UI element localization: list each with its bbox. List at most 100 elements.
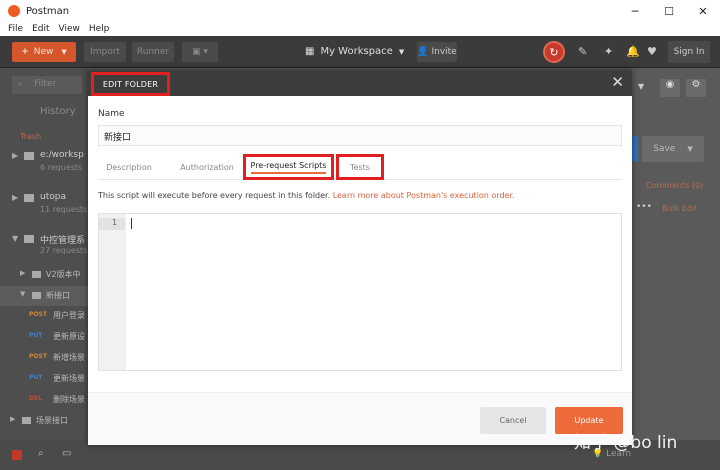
sync-icon[interactable]: ↻ bbox=[543, 41, 565, 63]
new-window-button[interactable]: ▣ ▾ bbox=[182, 42, 218, 62]
method-badge: DEL bbox=[29, 395, 42, 402]
tab-pre-request-scripts[interactable]: Pre-request Scripts bbox=[243, 154, 334, 180]
dialog-header: EDIT FOLDER ✕ bbox=[88, 70, 632, 96]
menu-help[interactable]: Help bbox=[89, 24, 110, 34]
close-window-button[interactable]: ✕ bbox=[686, 0, 720, 22]
watermark-text: 知乎 @bo lin bbox=[574, 433, 678, 453]
request-name: 删除场景 bbox=[53, 395, 85, 404]
chevron-right-icon: ▶ bbox=[20, 269, 26, 277]
folder-row[interactable]: ▼ 新接口 bbox=[0, 286, 88, 306]
info-text: This script will execute before every re… bbox=[98, 191, 515, 200]
comments-link[interactable]: Comments (0) bbox=[646, 181, 703, 190]
folder-icon bbox=[22, 417, 31, 424]
invite-button[interactable]: 👤 Invite bbox=[417, 42, 457, 62]
window-plus-icon: ▣ ▾ bbox=[192, 47, 208, 57]
request-row[interactable]: DEL 删除场景 bbox=[0, 390, 88, 410]
eye-icon[interactable]: ◉ bbox=[660, 79, 680, 97]
chevron-right-icon: ▶ bbox=[12, 151, 19, 160]
request-row[interactable]: POST 新增场景 bbox=[0, 348, 88, 368]
heart-icon[interactable]: ♥ bbox=[647, 45, 657, 58]
folder-name: 新接口 bbox=[46, 291, 70, 300]
collection-count: 11 requests bbox=[40, 205, 88, 214]
sidebar-toggle-icon[interactable] bbox=[12, 450, 22, 460]
folder-icon bbox=[32, 271, 41, 278]
request-name: 用户登录 bbox=[53, 311, 85, 320]
menu-file[interactable]: File bbox=[8, 24, 23, 34]
window-controls: ─ ☐ ✕ bbox=[618, 0, 720, 22]
folder-name-input[interactable]: 新接口 bbox=[98, 125, 622, 146]
new-button-label: New bbox=[33, 47, 54, 57]
menu-bar: File Edit View Help bbox=[0, 22, 720, 36]
minimize-button[interactable]: ─ bbox=[618, 0, 652, 22]
workspace-switcher[interactable]: ▦ My Workspace ▼ bbox=[305, 46, 404, 57]
chevron-down-icon: ▼ bbox=[20, 290, 26, 298]
save-button[interactable]: Save ▼ bbox=[642, 136, 704, 162]
line-gutter: 1 bbox=[99, 214, 126, 370]
import-button[interactable]: Import bbox=[84, 42, 126, 62]
menu-view[interactable]: View bbox=[59, 24, 80, 34]
script-editor[interactable]: 1 bbox=[98, 213, 622, 371]
wrench-icon[interactable]: ✦ bbox=[604, 45, 613, 58]
chevron-right-icon: ▶ bbox=[10, 415, 16, 423]
user-plus-icon: 👤 bbox=[417, 47, 429, 57]
request-pane: ▼ ◉ ⚙ Save ▼ Comments (0) ••• Bulk Edit bbox=[632, 68, 720, 440]
request-row[interactable]: PUT 更新场景 bbox=[0, 369, 88, 389]
method-badge: PUT bbox=[29, 332, 43, 339]
sidebar: Filter ⌕ History Trash ▶ e:/worksp 6 req… bbox=[0, 68, 88, 460]
text-cursor bbox=[131, 218, 132, 229]
title-bar: Postman ─ ☐ ✕ bbox=[0, 0, 720, 22]
plus-icon: + bbox=[21, 47, 29, 57]
line-number: 1 bbox=[99, 218, 125, 230]
collection-count: 6 requests bbox=[40, 163, 83, 172]
tab-label: Pre-request Scripts bbox=[250, 161, 327, 174]
execution-order-link[interactable]: Learn more about Postman's execution ord… bbox=[333, 191, 515, 200]
bell-icon[interactable]: 🔔 bbox=[626, 45, 640, 58]
chevron-down-icon: ▼ bbox=[61, 48, 67, 56]
chevron-down-icon: ▼ bbox=[687, 145, 693, 153]
folder-name: V2版本中 bbox=[46, 270, 81, 279]
close-icon[interactable]: ✕ bbox=[611, 73, 624, 91]
dialog-tabs: Description Authorization Pre-request Sc… bbox=[98, 154, 622, 180]
edit-folder-dialog: EDIT FOLDER ✕ Name 新接口 Description Autho… bbox=[88, 70, 632, 445]
caret-down-icon: ▼ bbox=[398, 47, 405, 56]
gear-icon[interactable]: ⚙ bbox=[686, 79, 706, 97]
sign-in-button[interactable]: Sign In bbox=[668, 41, 710, 63]
menu-edit[interactable]: Edit bbox=[32, 24, 49, 34]
collection-name: 中控管理系 bbox=[40, 236, 86, 246]
trash-link[interactable]: Trash bbox=[20, 132, 41, 141]
folder-icon bbox=[24, 152, 34, 160]
chevron-down-icon[interactable]: ▼ bbox=[638, 82, 644, 91]
tab-history[interactable]: History bbox=[40, 106, 76, 117]
workspace-label: My Workspace bbox=[320, 46, 393, 57]
request-row[interactable]: PUT 更新原设 bbox=[0, 327, 88, 347]
send-button-edge[interactable] bbox=[632, 136, 638, 162]
dialog-title: EDIT FOLDER bbox=[91, 72, 170, 96]
tab-tests[interactable]: Tests bbox=[336, 154, 384, 180]
more-icon[interactable]: ••• bbox=[636, 202, 652, 212]
runner-button[interactable]: Runner bbox=[132, 42, 174, 62]
info-message: This script will execute before every re… bbox=[98, 191, 331, 200]
bulk-edit-link[interactable]: Bulk Edit bbox=[662, 204, 697, 213]
request-name: 更新原设 bbox=[53, 332, 85, 341]
cancel-button[interactable]: Cancel bbox=[480, 407, 546, 434]
dialog-footer: Cancel Update bbox=[88, 392, 632, 445]
method-badge: PUT bbox=[29, 374, 43, 381]
request-row[interactable]: POST 用户登录 bbox=[0, 306, 88, 326]
method-badge: POST bbox=[29, 353, 47, 360]
search-icon[interactable]: ⌕ bbox=[38, 448, 44, 459]
method-badge: POST bbox=[29, 311, 47, 318]
new-button[interactable]: + New ▼ bbox=[12, 42, 76, 62]
save-label: Save bbox=[653, 144, 676, 154]
grid-icon: ▦ bbox=[305, 46, 315, 57]
tab-authorization[interactable]: Authorization bbox=[168, 154, 246, 180]
postman-logo-icon bbox=[8, 5, 20, 17]
request-name: 新增场景 bbox=[53, 353, 85, 362]
maximize-button[interactable]: ☐ bbox=[652, 0, 686, 22]
search-icon: ⌕ bbox=[18, 79, 24, 89]
folder-icon bbox=[24, 235, 34, 243]
folder-row[interactable]: ▶ 场景接口 bbox=[0, 411, 88, 431]
satellite-icon[interactable]: ✎ bbox=[578, 45, 587, 58]
tab-description[interactable]: Description bbox=[98, 154, 160, 180]
folder-row[interactable]: ▶ V2版本中 bbox=[0, 265, 88, 285]
console-icon[interactable]: ▭ bbox=[62, 448, 71, 459]
